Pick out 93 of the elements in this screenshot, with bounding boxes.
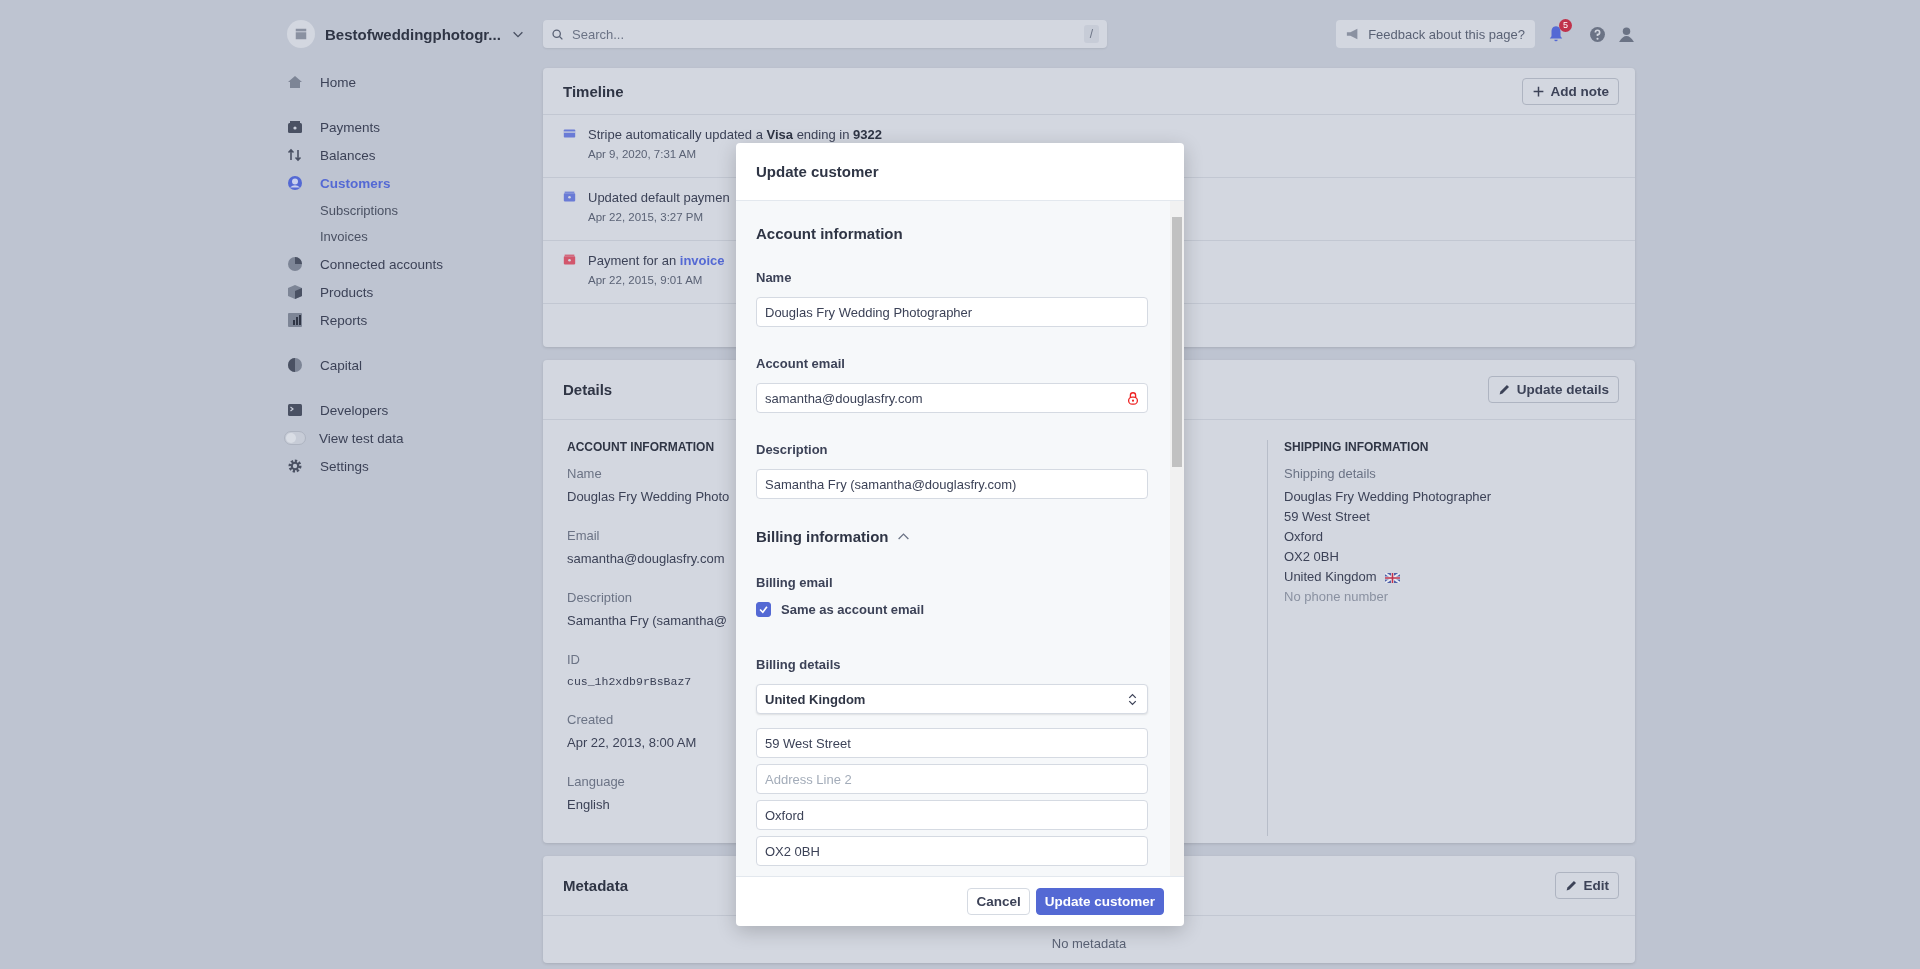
field-value: samantha@douglasfry.com bbox=[567, 551, 725, 566]
checkmark-icon bbox=[758, 604, 769, 615]
update-customer-button[interactable]: Update customer bbox=[1035, 888, 1164, 915]
search-field[interactable]: Search... / bbox=[543, 20, 1107, 48]
section-title: Billing information bbox=[756, 528, 889, 545]
shortcut-key: / bbox=[1083, 25, 1099, 43]
field-label: Account email bbox=[756, 356, 846, 371]
scrollbar[interactable] bbox=[1170, 201, 1184, 876]
input-field[interactable]: Douglas Fry Wedding Photographer bbox=[756, 297, 1148, 327]
section-heading: ACCOUNT INFORMATION bbox=[567, 440, 715, 454]
checkbox[interactable] bbox=[756, 602, 771, 617]
sidebar-item[interactable]: Products bbox=[287, 284, 543, 300]
help-icon bbox=[1589, 25, 1606, 43]
gear-icon bbox=[287, 458, 303, 474]
country-select[interactable]: United Kingdom bbox=[756, 684, 1148, 714]
sidebar-item[interactable]: Reports bbox=[287, 312, 543, 328]
sidebar-subitem[interactable]: Subscriptions bbox=[287, 203, 543, 217]
sidebar-item[interactable]: Payments bbox=[287, 119, 543, 135]
event-time: Apr 9, 2020, 7:31 AM bbox=[588, 148, 698, 160]
address-line: OX2 0BH bbox=[1284, 549, 1339, 564]
updown-icon bbox=[1126, 692, 1139, 706]
toggle-label: View test data bbox=[319, 430, 404, 446]
field-label: Shipping details bbox=[1284, 466, 1376, 481]
field-label: Name bbox=[756, 270, 793, 285]
sidebar-item[interactable]: Settings bbox=[287, 458, 543, 474]
address-line: Douglas Fry Wedding Photographer bbox=[1284, 489, 1492, 504]
account-name[interactable]: Bestofweddingphotogr... bbox=[325, 25, 501, 43]
toggle-switch[interactable] bbox=[284, 431, 306, 445]
input-field[interactable]: Samantha Fry (samantha@douglasfry.com) bbox=[756, 469, 1148, 499]
wallet-icon bbox=[287, 119, 303, 135]
field-value: English bbox=[567, 797, 610, 812]
field-value: Douglas Fry Wedding Photo bbox=[567, 489, 730, 504]
field-label: Email bbox=[567, 528, 600, 543]
edit-button[interactable]: Edit bbox=[1554, 872, 1619, 899]
field-label: Created bbox=[567, 712, 614, 727]
field-value: cus_1h2xdb9rBsBaz7 bbox=[567, 675, 692, 688]
field-label: ID bbox=[567, 652, 580, 667]
address-line: 59 West Street bbox=[1284, 509, 1370, 524]
event-text: Payment for an invoice bbox=[588, 253, 725, 268]
input-field[interactable]: OX2 0BH bbox=[756, 836, 1148, 866]
input-field[interactable]: Oxford bbox=[756, 800, 1148, 830]
section-heading: SHIPPING INFORMATION bbox=[1284, 440, 1429, 454]
field-label: Name bbox=[567, 466, 602, 481]
box-icon bbox=[287, 284, 303, 300]
sidebar-subitem[interactable]: Invoices bbox=[287, 229, 543, 243]
card-title: Metadata bbox=[563, 877, 629, 894]
arrows-icon bbox=[287, 147, 303, 163]
checkbox-label: Same as account email bbox=[781, 602, 925, 617]
plus-icon bbox=[1531, 84, 1545, 98]
field-label: Billing email bbox=[756, 575, 834, 590]
store-avatar-icon[interactable] bbox=[287, 20, 315, 48]
user-circle-icon bbox=[287, 175, 303, 191]
sidebar-item[interactable]: Developers bbox=[287, 402, 543, 418]
flag-icon bbox=[1384, 572, 1400, 583]
event-time: Apr 22, 2015, 3:27 PM bbox=[588, 211, 705, 223]
pencil-icon bbox=[1564, 879, 1578, 892]
event-time: Apr 22, 2015, 9:01 AM bbox=[588, 274, 704, 286]
phone-text: No phone number bbox=[1284, 589, 1389, 604]
home-icon bbox=[287, 74, 303, 90]
invoice-link[interactable]: invoice bbox=[679, 253, 725, 268]
field-label: Description bbox=[567, 590, 633, 605]
lock-icon bbox=[1126, 391, 1140, 405]
field-label: Language bbox=[567, 774, 625, 789]
input-field[interactable]: samantha@douglasfry.com bbox=[756, 383, 1148, 413]
add-note-button[interactable]: Add note bbox=[1521, 77, 1619, 105]
search-icon bbox=[551, 27, 564, 41]
terminal-icon bbox=[287, 402, 303, 418]
sidebar-item[interactable]: Balances bbox=[287, 147, 543, 163]
pencil-icon bbox=[1497, 383, 1511, 396]
field-label: Description bbox=[756, 442, 829, 457]
country-name: United Kingdom bbox=[1284, 569, 1377, 584]
card-title: Details bbox=[563, 381, 613, 398]
card-title: Timeline bbox=[563, 82, 624, 100]
user-icon bbox=[1618, 25, 1635, 43]
section-title: Account information bbox=[756, 225, 904, 242]
cancel-button[interactable]: Cancel bbox=[967, 888, 1030, 915]
input-field[interactable]: 59 West Street bbox=[756, 728, 1148, 758]
event-text: Updated default paymen bbox=[588, 190, 730, 205]
update-details-button[interactable]: Update details bbox=[1487, 376, 1619, 403]
feedback-button[interactable]: Feedback about this page? bbox=[1336, 20, 1535, 48]
address-line: Oxford bbox=[1284, 529, 1323, 544]
event-text: Stripe automatically updated a Visa ending in 9322 bbox=[588, 127, 882, 142]
notification-badge: 5 bbox=[1559, 18, 1572, 32]
bell-icon[interactable] bbox=[1547, 25, 1565, 43]
sidebar-item[interactable]: Capital bbox=[287, 357, 543, 373]
sidebar-item[interactable]: Home bbox=[287, 74, 543, 90]
field-value: Samantha Fry (samantha@ bbox=[567, 613, 727, 628]
field-label: Billing details bbox=[756, 657, 842, 672]
chart-icon bbox=[287, 312, 303, 328]
input-field[interactable]: Address Line 2 bbox=[756, 764, 1148, 794]
field-value: Apr 22, 2013, 8:00 AM bbox=[567, 735, 697, 750]
sidebar-item[interactable]: Connected accounts bbox=[287, 256, 543, 272]
empty-message: No metadata bbox=[1050, 935, 1128, 953]
